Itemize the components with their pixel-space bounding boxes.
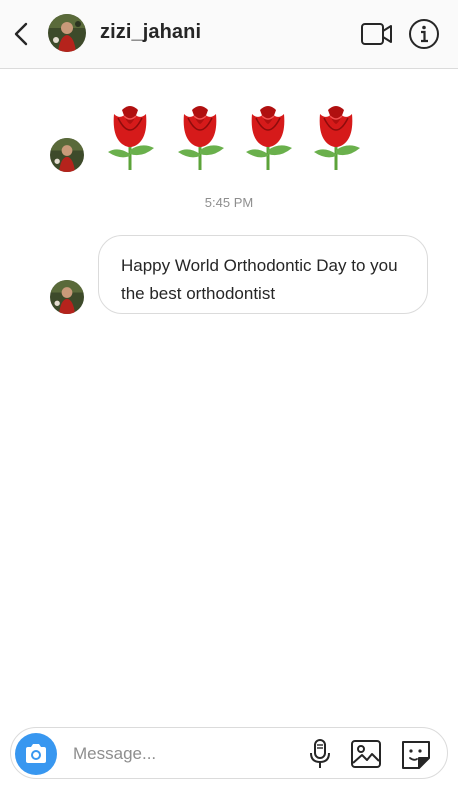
sticker-icon: [402, 741, 430, 769]
microphone-icon: [310, 739, 330, 768]
message-timestamp: 5:45 PM: [204, 195, 254, 210]
info-icon: [409, 19, 439, 49]
header-avatar[interactable]: [48, 14, 86, 52]
sticker-button[interactable]: [399, 738, 433, 770]
message-input[interactable]: [73, 742, 293, 766]
message-text: Happy World Orthodontic Day to you the b…: [121, 256, 398, 303]
back-icon: [14, 22, 28, 46]
message-composer: [10, 727, 448, 779]
rose-icon: [170, 100, 230, 172]
video-call-button[interactable]: [360, 19, 394, 49]
back-button[interactable]: [10, 20, 36, 48]
voice-message-button[interactable]: [307, 738, 333, 770]
thread-header: zizi_jahani: [0, 0, 458, 69]
message-bubble[interactable]: Happy World Orthodontic Day to you the b…: [98, 235, 428, 314]
camera-icon: [26, 744, 46, 763]
gallery-button[interactable]: [349, 738, 383, 770]
chat-username[interactable]: zizi_jahani: [100, 21, 201, 44]
emoji-message[interactable]: [100, 100, 390, 176]
rose-icon: [238, 100, 298, 172]
video-call-icon: [361, 23, 392, 45]
info-button[interactable]: [408, 18, 440, 50]
sender-avatar[interactable]: [50, 138, 84, 172]
gallery-icon: [351, 740, 381, 768]
camera-button[interactable]: [15, 733, 57, 775]
rose-icon: [306, 100, 366, 172]
sender-avatar[interactable]: [50, 280, 84, 314]
rose-icon: [100, 100, 160, 172]
